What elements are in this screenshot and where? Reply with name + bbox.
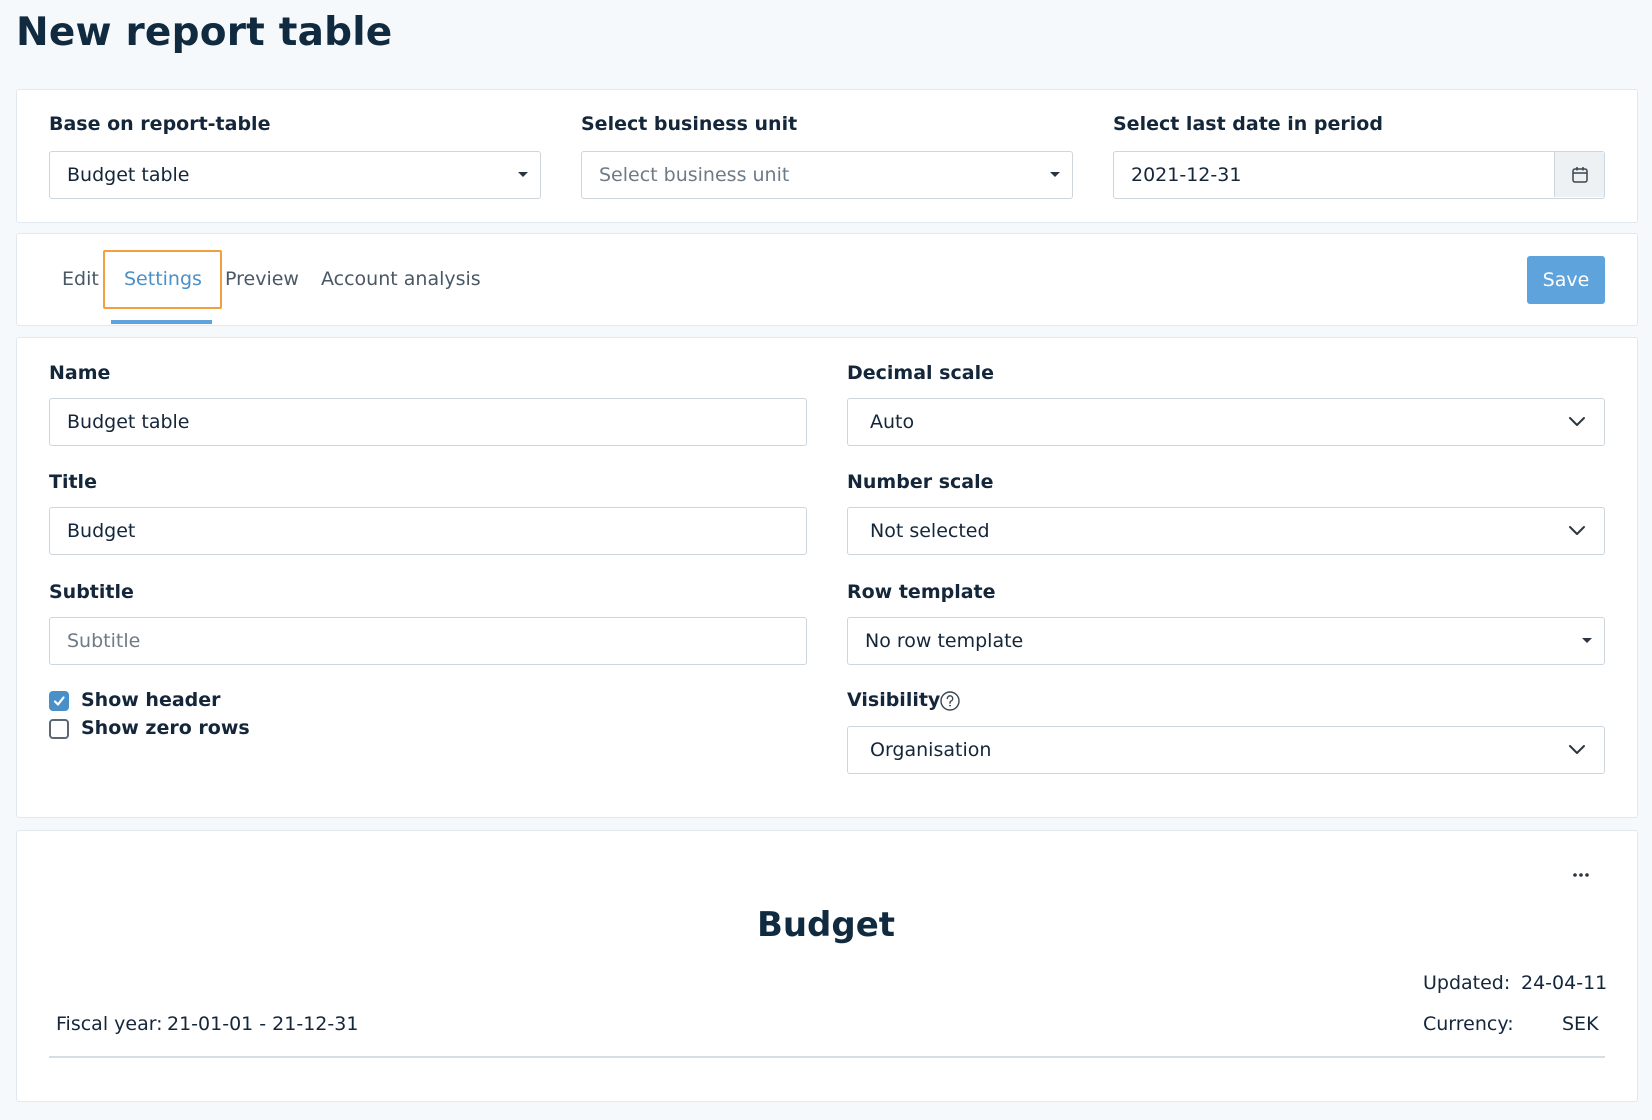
header-divider (49, 1056, 1605, 1058)
chevron-down-icon (1569, 417, 1585, 426)
business-unit-label: Select business unit (581, 113, 798, 135)
save-button[interactable]: Save (1527, 256, 1605, 304)
currency-label: Currency: (1423, 1013, 1514, 1035)
base-report-label: Base on report-table (49, 113, 271, 135)
row-template-label: Row template (847, 581, 996, 603)
currency-value: SEK (1562, 1013, 1599, 1035)
decimal-scale-select[interactable]: Auto (847, 398, 1605, 446)
show-header-checkbox[interactable] (49, 691, 69, 711)
title-value: Budget (67, 520, 136, 542)
more-options-button[interactable] (1566, 865, 1596, 885)
updated-label: Updated: (1423, 972, 1511, 994)
tab-settings[interactable]: Settings (124, 268, 202, 290)
last-date-input[interactable]: 2021-12-31 (1113, 151, 1605, 199)
business-unit-placeholder: Select business unit (599, 164, 790, 186)
caret-down-icon (1050, 172, 1060, 177)
subtitle-field[interactable]: Subtitle (49, 617, 807, 665)
show-zero-rows-label[interactable]: Show zero rows (81, 717, 250, 739)
tab-preview[interactable]: Preview (225, 268, 299, 290)
number-scale-label: Number scale (847, 471, 994, 493)
row-template-value: No row template (865, 630, 1024, 652)
visibility-value: Organisation (870, 739, 992, 761)
fiscal-year-value: 21-01-01 - 21-12-31 (167, 1013, 359, 1035)
updated-value: 24-04-11 (1521, 972, 1608, 994)
title-field[interactable]: Budget (49, 507, 807, 555)
base-report-select[interactable]: Budget table (49, 151, 541, 199)
show-zero-rows-checkbox[interactable] (49, 719, 69, 739)
number-scale-value: Not selected (870, 520, 990, 542)
name-value: Budget table (67, 411, 190, 433)
visibility-label: Visibility (847, 689, 941, 711)
active-tab-underline (111, 320, 212, 324)
help-circle-icon[interactable] (939, 690, 961, 712)
report-title: Budget (756, 905, 896, 945)
caret-down-icon (1582, 638, 1592, 643)
calendar-button[interactable] (1554, 152, 1604, 197)
fiscal-year-label: Fiscal year: (56, 1013, 163, 1035)
calendar-icon (1571, 166, 1588, 183)
check-icon (53, 696, 65, 706)
name-field[interactable]: Budget table (49, 398, 807, 446)
tab-edit[interactable]: Edit (62, 268, 99, 290)
chevron-down-icon (1569, 526, 1585, 535)
number-scale-select[interactable]: Not selected (847, 507, 1605, 555)
subtitle-placeholder: Subtitle (67, 630, 141, 652)
name-label: Name (49, 362, 111, 384)
title-label: Title (49, 471, 97, 493)
decimal-scale-label: Decimal scale (847, 362, 994, 384)
base-report-value: Budget table (67, 164, 190, 186)
show-header-label[interactable]: Show header (81, 689, 221, 711)
decimal-scale-value: Auto (870, 411, 915, 433)
row-template-select[interactable]: No row template (847, 617, 1605, 665)
business-unit-select[interactable]: Select business unit (581, 151, 1073, 199)
last-date-value: 2021-12-31 (1131, 164, 1242, 186)
more-icon (1573, 873, 1589, 877)
visibility-select[interactable]: Organisation (847, 726, 1605, 774)
page-title: New report table (16, 10, 393, 55)
tab-account-analysis[interactable]: Account analysis (321, 268, 481, 290)
chevron-down-icon (1569, 745, 1585, 754)
last-date-label: Select last date in period (1113, 113, 1383, 135)
preview-card (16, 830, 1638, 1102)
caret-down-icon (518, 172, 528, 177)
subtitle-label: Subtitle (49, 581, 134, 603)
